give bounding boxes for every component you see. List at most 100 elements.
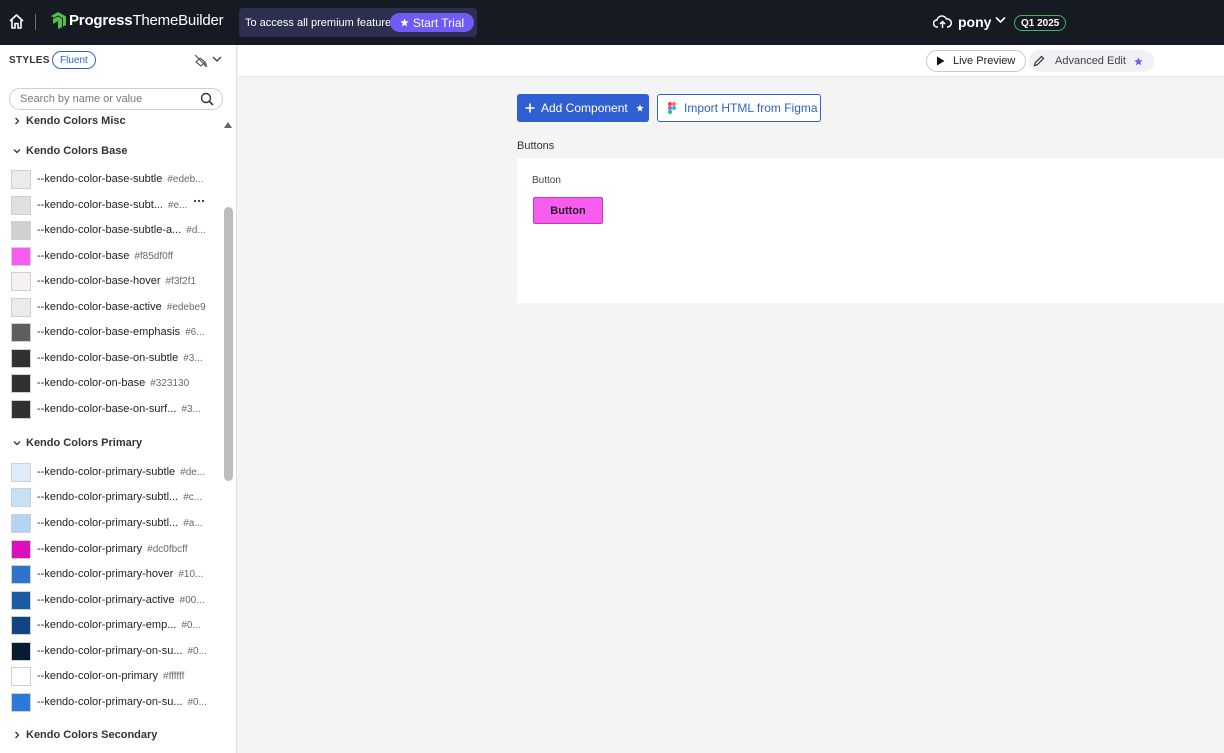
color-swatch[interactable] — [11, 462, 31, 482]
variable-name: --kendo-color-on-primary — [37, 670, 159, 682]
color-variable-item[interactable]: --kendo-color-on-base #323130 — [11, 373, 211, 393]
variable-name: --kendo-color-base-on-subtle — [37, 352, 179, 364]
group-header-kendo-colors-misc[interactable]: Kendo Colors Misc — [13, 113, 126, 129]
color-swatch[interactable] — [11, 692, 31, 712]
color-variable-item[interactable]: --kendo-color-base-on-surf... #3... — [11, 399, 211, 419]
progress-logo[interactable]: ProgressThemeBuilder — [50, 12, 224, 29]
scroll-up-arrow-icon[interactable] — [223, 120, 233, 129]
group-header-kendo-colors-base[interactable]: Kendo Colors Base — [13, 143, 127, 159]
color-swatch[interactable] — [11, 169, 31, 189]
color-variable-item[interactable]: --kendo-color-base-active #edebe9 — [11, 297, 211, 317]
variable-value: #edeb... — [167, 173, 204, 185]
group-label: Kendo Colors Secondary — [26, 729, 158, 741]
variable-value: #10... — [178, 568, 204, 580]
color-variable-item[interactable]: --kendo-color-primary-on-su... #0... — [11, 641, 211, 661]
variable-value: #d... — [186, 224, 206, 236]
color-variable-item[interactable]: --kendo-color-primary-active #00... — [11, 590, 211, 610]
variable-name: --kendo-color-base-active — [37, 301, 162, 313]
sidebar-scrollbar[interactable] — [224, 207, 233, 481]
chevron-down-icon[interactable] — [212, 56, 222, 63]
color-swatch[interactable] — [11, 322, 31, 342]
group-label: Kendo Colors Primary — [26, 437, 143, 449]
live-preview-button[interactable]: Live Preview — [926, 50, 1026, 72]
variable-name: --kendo-color-primary-active — [37, 594, 175, 606]
premium-text: To access all premium features — [245, 16, 397, 29]
theme-badge[interactable]: Fluent — [52, 51, 96, 69]
product-name: ThemeBuilder — [132, 12, 224, 29]
figma-icon — [668, 102, 676, 114]
group-header-kendo-colors-primary[interactable]: Kendo Colors Primary — [13, 435, 142, 451]
color-variable-item[interactable]: --kendo-color-primary-hover #10... — [11, 564, 211, 584]
variable-value: #0... — [181, 619, 201, 631]
variable-name: --kendo-color-base-on-surf... — [37, 403, 177, 415]
color-swatch[interactable] — [11, 513, 31, 533]
color-swatch[interactable] — [11, 666, 31, 686]
chevron-down-icon[interactable] — [995, 16, 1006, 24]
color-variable-item[interactable]: --kendo-color-on-primary #ffffff — [11, 666, 211, 686]
variable-value: #edebe9 — [166, 301, 206, 313]
search-input[interactable] — [9, 88, 223, 110]
color-variable-item[interactable]: --kendo-color-base-emphasis #6... — [11, 322, 211, 342]
color-swatch[interactable] — [11, 373, 31, 393]
user-name[interactable]: pony — [958, 14, 991, 30]
color-variable-item[interactable]: --kendo-color-primary-subtl... #c... — [11, 487, 211, 507]
color-swatch[interactable] — [11, 641, 31, 661]
variable-name: --kendo-color-primary-subtl... — [37, 517, 179, 529]
color-variable-item[interactable]: --kendo-color-primary-subtle #de... — [11, 462, 211, 482]
color-swatch[interactable] — [11, 297, 31, 317]
color-variable-item[interactable]: --kendo-color-base-hover #f3f2f1 — [11, 271, 211, 291]
color-swatch[interactable] — [11, 487, 31, 507]
variable-value: #0... — [187, 696, 207, 708]
color-swatch[interactable] — [11, 246, 31, 266]
more-options-icon[interactable] — [193, 199, 205, 203]
variable-value: #3... — [183, 352, 203, 364]
variable-name: --kendo-color-primary-subtle — [37, 466, 176, 478]
top-bar: ProgressThemeBuilder To access all premi… — [0, 0, 1224, 45]
color-variable-item[interactable]: --kendo-color-base-on-subtle #3... — [11, 348, 211, 368]
add-component-button[interactable]: Add Component — [517, 94, 649, 122]
variable-name: --kendo-color-base-hover — [37, 275, 161, 287]
color-swatch[interactable] — [11, 399, 31, 419]
color-swatch[interactable] — [11, 564, 31, 584]
style-groups-list: Kendo Colors Misc Kendo Colors Base --ke… — [0, 113, 222, 753]
hide-icon[interactable] — [193, 53, 209, 68]
color-swatch[interactable] — [11, 195, 31, 215]
demo-button[interactable]: Button — [533, 197, 603, 224]
progress-logo-icon — [51, 12, 66, 29]
variable-value: #0... — [187, 645, 207, 657]
color-variable-item[interactable]: --kendo-color-base-subtle-a... #d... — [11, 220, 211, 240]
color-swatch[interactable] — [11, 590, 31, 610]
color-variable-item[interactable]: --kendo-color-base #f85df0ff — [11, 246, 211, 266]
variable-value: #a... — [183, 517, 203, 529]
group-header-kendo-colors-secondary[interactable]: Kendo Colors Secondary — [13, 727, 157, 743]
home-icon[interactable] — [8, 13, 25, 30]
color-swatch[interactable] — [11, 220, 31, 240]
color-variable-item[interactable]: --kendo-color-primary-emp... #0... — [11, 615, 211, 635]
color-variable-item[interactable]: --kendo-color-primary-subtl... #a... — [11, 513, 211, 533]
variable-name: --kendo-color-primary-subtl... — [37, 491, 179, 503]
chevron-right-icon — [15, 731, 20, 739]
start-trial-button[interactable]: Start Trial — [390, 13, 474, 32]
color-swatch[interactable] — [11, 615, 31, 635]
section-label: Buttons — [517, 140, 555, 152]
variable-value: #de... — [180, 466, 206, 478]
cloud-upload-icon[interactable] — [933, 14, 952, 29]
advanced-edit-button[interactable]: Advanced Edit — [1029, 50, 1154, 72]
color-swatch[interactable] — [11, 271, 31, 291]
search-icon[interactable] — [200, 92, 214, 106]
color-variable-item[interactable]: --kendo-color-primary #dc0fbcff — [11, 539, 211, 559]
color-swatch[interactable] — [11, 348, 31, 368]
group-label: Kendo Colors Base — [26, 145, 128, 157]
import-figma-button[interactable]: Import HTML from Figma — [657, 94, 821, 122]
variable-name: --kendo-color-base — [37, 250, 130, 262]
color-variable-item[interactable]: --kendo-color-base-subtle #edeb... — [11, 169, 211, 189]
live-preview-label: Live Preview — [953, 55, 1016, 67]
color-variable-item[interactable]: --kendo-color-primary-on-su... #0... — [11, 692, 211, 712]
styles-label: STYLES — [9, 55, 50, 66]
card-label: Button — [532, 175, 561, 186]
color-swatch[interactable] — [11, 539, 31, 559]
star-icon — [400, 18, 409, 27]
variable-name: --kendo-color-primary-hover — [37, 568, 174, 580]
color-variable-item[interactable]: --kendo-color-base-subt... #e... — [11, 195, 211, 215]
variable-value: #6... — [185, 326, 205, 338]
